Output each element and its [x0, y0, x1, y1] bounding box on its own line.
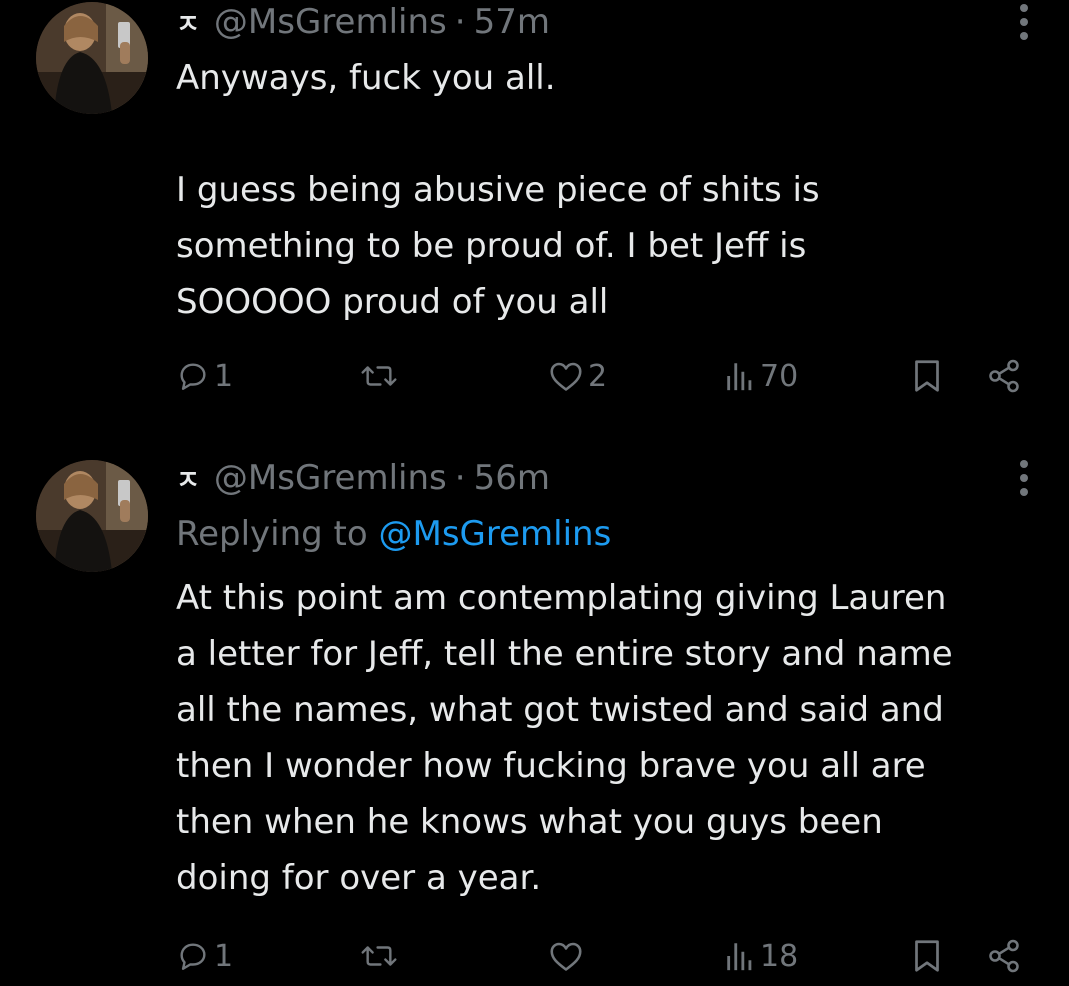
replying-to-handle[interactable]: @MsGremlins: [379, 514, 612, 554]
reply-icon: [180, 943, 206, 970]
bookmark-button[interactable]: [910, 932, 944, 980]
bookmark-button[interactable]: [910, 352, 944, 400]
views-icon: [727, 363, 752, 391]
reply-count: 1: [214, 358, 234, 394]
retweet-button[interactable]: [360, 932, 402, 980]
heart-icon: [550, 942, 582, 971]
replying-to-label: Replying to: [176, 514, 379, 554]
more-icon[interactable]: [1012, 456, 1036, 500]
timestamp[interactable]: 56m: [474, 458, 550, 498]
views-icon: [727, 943, 752, 971]
tweet-text: Anyways, fuck you all. I guess being abu…: [176, 58, 820, 322]
timeline: ㅈ @MsGremlins · 57m Anyways, fuck you al…: [0, 0, 1069, 986]
tweet-actions: 1 18: [176, 932, 1036, 980]
like-count: 2: [588, 358, 608, 394]
view-count: 18: [760, 938, 799, 974]
reply-button[interactable]: 1: [176, 352, 233, 400]
bookmark-icon: [915, 360, 939, 392]
reply-icon: [180, 363, 206, 390]
replying-to: Replying to @MsGremlins: [176, 514, 611, 554]
view-count: 70: [760, 358, 799, 394]
avatar[interactable]: [36, 460, 148, 572]
views-button[interactable]: 18: [724, 932, 798, 980]
reply-button[interactable]: 1: [176, 932, 233, 980]
tweet[interactable]: ㅈ @MsGremlins · 56m Replying to @MsGreml…: [0, 440, 1069, 986]
share-icon: [989, 939, 1019, 973]
retweet-icon: [361, 366, 397, 386]
avatar-photo: [36, 460, 148, 572]
tweet-header: ㅈ @MsGremlins · 57m: [176, 0, 550, 44]
tweet-header: ㅈ @MsGremlins · 56m: [176, 456, 550, 500]
avatar[interactable]: [36, 2, 148, 114]
tweet[interactable]: ㅈ @MsGremlins · 57m Anyways, fuck you al…: [0, 0, 1069, 420]
bookmark-icon: [915, 940, 939, 972]
retweet-button[interactable]: [360, 352, 402, 400]
share-button[interactable]: [986, 352, 1022, 400]
author-handle[interactable]: @MsGremlins: [214, 458, 447, 498]
reply-count: 1: [214, 938, 234, 974]
share-button[interactable]: [986, 932, 1022, 980]
share-icon: [989, 359, 1019, 393]
user-badge: ㅈ: [176, 465, 200, 496]
tweet-actions: 1 2 70: [176, 352, 1036, 400]
tweet-text: At this point am contemplating giving La…: [176, 578, 953, 898]
separator: ·: [454, 458, 466, 498]
heart-icon: [550, 362, 582, 391]
avatar-photo: [36, 2, 148, 114]
views-button[interactable]: 70: [724, 352, 798, 400]
like-button[interactable]: [548, 932, 588, 980]
author-handle[interactable]: @MsGremlins: [214, 2, 447, 42]
like-button[interactable]: 2: [548, 352, 607, 400]
separator: ·: [454, 2, 466, 42]
user-badge: ㅈ: [176, 9, 200, 40]
retweet-icon: [361, 946, 397, 966]
timestamp[interactable]: 57m: [474, 2, 550, 42]
more-icon[interactable]: [1012, 0, 1036, 44]
